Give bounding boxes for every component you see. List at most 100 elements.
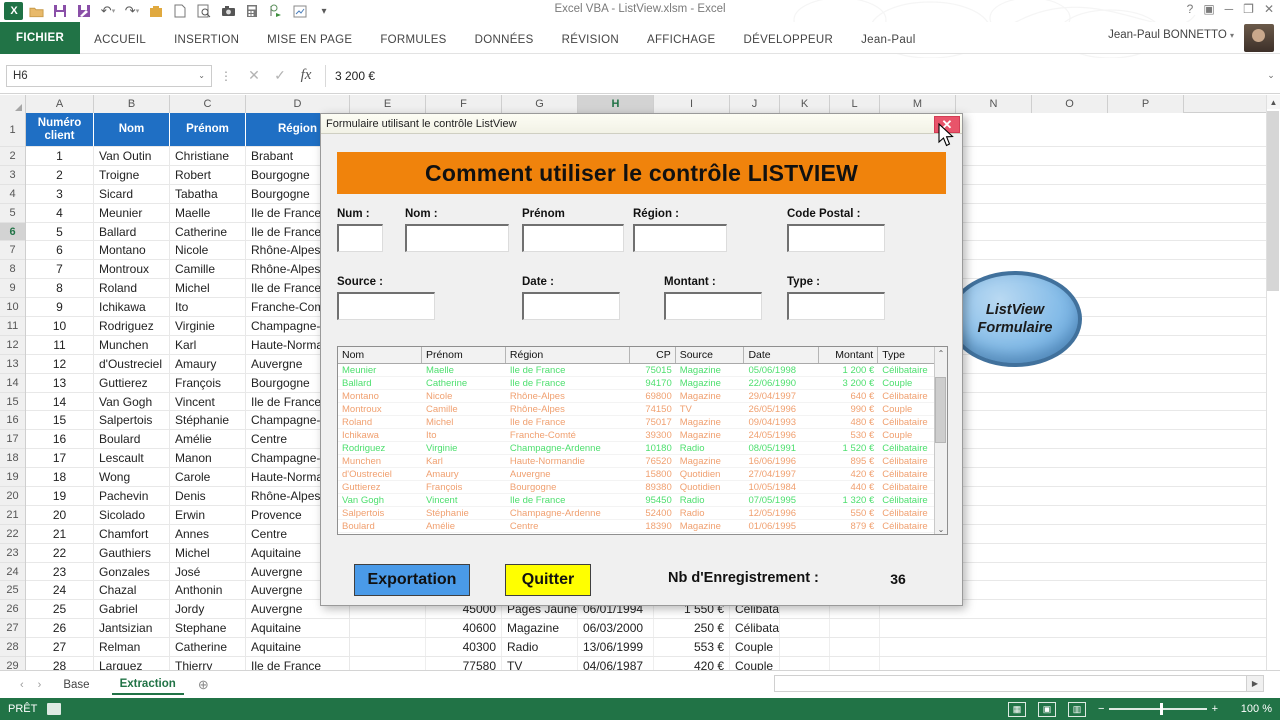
- next-sheet-icon[interactable]: ›: [38, 679, 42, 691]
- ribbon-tab-fichier[interactable]: FICHIER: [0, 22, 81, 54]
- listview-row[interactable]: Salpertois Stéphanie Champagne-Ardenne 5240…: [338, 507, 947, 520]
- name-box[interactable]: H6 ⌄: [6, 64, 212, 87]
- cell[interactable]: 553 €: [654, 638, 730, 657]
- cell[interactable]: Troigne: [94, 165, 170, 184]
- column-header-l[interactable]: L: [830, 95, 880, 113]
- row-header-13[interactable]: 13: [0, 355, 25, 374]
- sheet-tab-extraction[interactable]: Extraction: [111, 675, 184, 695]
- cell[interactable]: 27: [26, 638, 94, 657]
- cell[interactable]: 06/03/2000: [578, 619, 654, 638]
- field-type-input[interactable]: [787, 292, 885, 320]
- listview-row[interactable]: Rodriguez Virginie Champagne-Ardenne 10180 R…: [338, 442, 947, 455]
- row-header-18[interactable]: 18: [0, 449, 25, 469]
- row-header-11[interactable]: 11: [0, 317, 25, 336]
- cell[interactable]: Couple: [730, 638, 780, 657]
- ribbon-tab-affichage[interactable]: AFFICHAGE: [633, 26, 730, 54]
- cell[interactable]: Robert: [170, 165, 246, 184]
- listview-row[interactable]: Montano Nicole Rhône-Alpes 69800 Magazine 29/…: [338, 390, 947, 403]
- cell[interactable]: 21: [26, 524, 94, 543]
- field-source-input[interactable]: [337, 292, 435, 320]
- vertical-scrollbar[interactable]: ▲: [1266, 95, 1280, 670]
- cell[interactable]: 13/06/1999: [578, 638, 654, 657]
- cell[interactable]: Aquitaine: [246, 619, 350, 638]
- window-controls[interactable]: ? ▣ ─ ❐ ✕: [1187, 2, 1274, 16]
- cell[interactable]: Chamfort: [94, 524, 170, 543]
- cell[interactable]: Catherine: [170, 222, 246, 241]
- listview-row[interactable]: Montroux Camille Rhône-Alpes 74150 TV 26/05/1…: [338, 403, 947, 416]
- listview-column-montant[interactable]: Montant: [819, 347, 879, 363]
- cell[interactable]: Annes: [170, 524, 246, 543]
- ribbon-tabs[interactable]: FICHIER ACCUEIL INSERTION MISE EN PAGE FORMU…: [0, 22, 1280, 54]
- zoom-track[interactable]: [1109, 703, 1207, 715]
- column-header-f[interactable]: F: [426, 95, 502, 113]
- zoom-knob[interactable]: [1159, 703, 1163, 715]
- cell[interactable]: Manon: [170, 449, 246, 468]
- cell[interactable]: 40600: [426, 619, 502, 638]
- cell[interactable]: Van Outin: [94, 147, 170, 165]
- cell[interactable]: Célibataire: [730, 619, 780, 638]
- column-headers[interactable]: ABCDEFGHIJKLMNOP: [0, 95, 1280, 113]
- cell[interactable]: Gabriel: [94, 600, 170, 619]
- column-header-h[interactable]: H: [578, 95, 654, 113]
- row-header-26[interactable]: 26: [0, 600, 25, 620]
- listview-row[interactable]: Meunier Maelle Ile de France 75015 Magazine 0…: [338, 364, 947, 377]
- listview-column-source[interactable]: Source: [676, 347, 745, 363]
- ribbon-tab-donn-es[interactable]: DONNÉES: [461, 26, 548, 54]
- cell[interactable]: 12: [26, 354, 94, 373]
- column-header-list[interactable]: ABCDEFGHIJKLMNOP: [26, 95, 1184, 113]
- table-row[interactable]: 26 Jantsizian Stephane Aquitaine 40600 Magazi…: [26, 619, 1280, 639]
- zoom-out-button[interactable]: −: [1098, 703, 1104, 715]
- cell[interactable]: Maelle: [170, 203, 246, 222]
- cell[interactable]: Tabatha: [170, 184, 246, 203]
- avatar[interactable]: [1244, 24, 1274, 52]
- cell[interactable]: Boulard: [94, 430, 170, 449]
- cell[interactable]: 3: [26, 184, 94, 203]
- horizontal-scrollbar[interactable]: ▶: [774, 675, 1264, 692]
- cell[interactable]: 8: [26, 279, 94, 298]
- cell[interactable]: 250 €: [654, 619, 730, 638]
- row-header-23[interactable]: 23: [0, 544, 25, 563]
- cell[interactable]: 19: [26, 487, 94, 505]
- row-header-28[interactable]: 28: [0, 638, 25, 658]
- expand-formula-bar-icon[interactable]: ⌄: [1262, 70, 1280, 81]
- macro-record-icon[interactable]: [47, 703, 62, 715]
- cell[interactable]: 25: [26, 600, 94, 619]
- cell[interactable]: Michel: [170, 543, 246, 562]
- cell[interactable]: 10: [26, 317, 94, 335]
- cell[interactable]: Montroux: [94, 260, 170, 279]
- listview-scrollbar-thumb[interactable]: [935, 377, 946, 443]
- column-header-k[interactable]: K: [780, 95, 830, 113]
- ribbon-tab-accueil[interactable]: ACCUEIL: [80, 26, 160, 54]
- listview-row[interactable]: Roland Michel Ile de France 75017 Magazine 09…: [338, 416, 947, 429]
- listview-row[interactable]: Guttierez François Bourgogne 89380 Quotidien…: [338, 481, 947, 494]
- listview-row[interactable]: Munchen Karl Haute-Normandie 76520 Magazine 1…: [338, 455, 947, 468]
- ribbon-tab-r-vision[interactable]: RÉVISION: [548, 26, 633, 54]
- cell[interactable]: 14: [26, 392, 94, 411]
- cell[interactable]: Jantsizian: [94, 619, 170, 638]
- column-header-i[interactable]: I: [654, 95, 730, 113]
- cell[interactable]: Erwin: [170, 505, 246, 524]
- cell[interactable]: 7: [26, 260, 94, 279]
- table-row[interactable]: 27 Relman Catherine Aquitaine 40300 Radio 13/0…: [26, 638, 1280, 658]
- status-right[interactable]: ▦ ▣ ▥ − + 100 %: [1008, 701, 1272, 717]
- column-header-b[interactable]: B: [94, 95, 170, 113]
- scroll-right-icon[interactable]: ▶: [1246, 676, 1263, 691]
- cell[interactable]: Radio: [502, 638, 578, 657]
- row-header-20[interactable]: 20: [0, 487, 25, 506]
- prev-sheet-icon[interactable]: ‹: [20, 679, 24, 691]
- cell[interactable]: 6: [26, 241, 94, 260]
- dialog-close-button[interactable]: ✕: [934, 116, 960, 133]
- empty-cell[interactable]: [830, 619, 880, 638]
- field-code-postal-input[interactable]: [787, 224, 885, 252]
- scrollbar-thumb[interactable]: [1267, 111, 1279, 291]
- cell[interactable]: Michel: [170, 279, 246, 298]
- cell[interactable]: Ichikawa: [94, 298, 170, 317]
- listview-column-r-gion[interactable]: Région: [506, 347, 630, 363]
- sheet-tab-base[interactable]: Base: [55, 676, 97, 694]
- row-header-12[interactable]: 12: [0, 336, 25, 355]
- empty-cell[interactable]: [780, 638, 830, 657]
- cell[interactable]: Montano: [94, 241, 170, 260]
- cell[interactable]: Guttierez: [94, 373, 170, 392]
- cell[interactable]: Chazal: [94, 581, 170, 600]
- cell[interactable]: d'Oustreciel: [94, 354, 170, 373]
